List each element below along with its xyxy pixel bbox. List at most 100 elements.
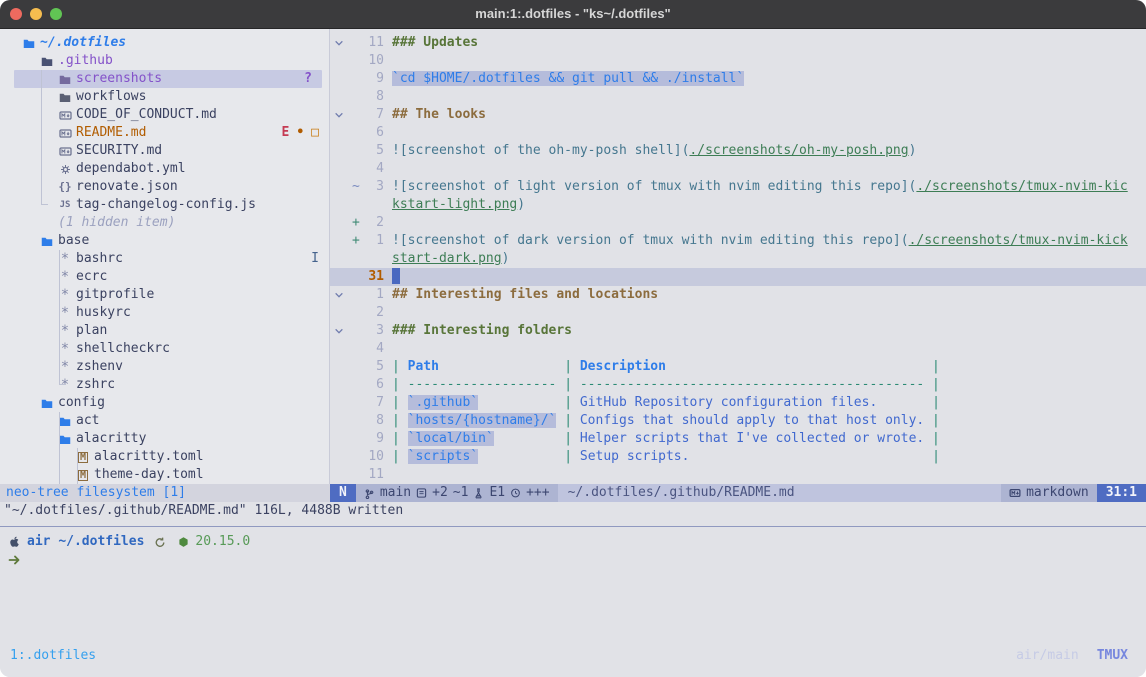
tree-item-badges: I [311,250,319,268]
editor-line[interactable]: 10| `scripts` | Setup scripts. | [330,448,1146,466]
editor-line[interactable]: 2 [330,304,1146,322]
folder-icon [58,92,72,103]
tree-item-label: tag-changelog-config.js [76,196,256,214]
editor-line[interactable]: 11 [330,466,1146,484]
tree-item-alacritty[interactable]: alacritty [0,430,329,448]
tree-item-plan[interactable]: *plan [0,322,329,340]
editor-line[interactable]: 6| ------------------- | ---------------… [330,376,1146,394]
tree-item-alacritty.toml[interactable]: Malacritty.toml [0,448,329,466]
diagnostics-flask-icon [473,487,484,499]
text-segment-pipe: | [924,377,940,392]
titlebar: main:1:.dotfiles - "ks~/.dotfiles" [0,0,1146,29]
tree-item-huskyrc[interactable]: *huskyrc [0,304,329,322]
sign-column [352,196,360,214]
sign-column [352,340,360,358]
shell-prompt: air ~/.dotfiles 20.15.0 [8,533,250,551]
editor-line[interactable]: 4 [330,160,1146,178]
tree-item-code-of-conduct.md[interactable]: CODE_OF_CONDUCT.md [0,106,329,124]
text-segment-plain [689,449,924,464]
editor-line[interactable]: kstart-light.png) [330,196,1146,214]
line-number: 11 [360,466,384,484]
line-text [384,52,392,70]
editor-line[interactable]: 3### Interesting folders [330,322,1146,340]
editor-buffer[interactable]: 11### Updates 10 9 `cd $HOME/.dotfiles &&… [330,29,1146,484]
tree-item-bashrc[interactable]: *bashrcI [0,250,329,268]
minimize-button[interactable] [30,8,42,20]
tree-item-.github[interactable]: .github [0,52,329,70]
editor-line[interactable]: 5![screenshot of the oh-my-posh shell](.… [330,142,1146,160]
fold-column [330,52,352,70]
line-number: 1 [360,286,384,304]
tree-item-act[interactable]: act [0,412,329,430]
tree-item-dependabot.yml[interactable]: dependabot.yml [0,160,329,178]
editor-line[interactable]: 7| `.github` | GitHub Repository configu… [330,394,1146,412]
status-badge: ? [304,70,312,88]
tree-item-base[interactable]: base [0,232,329,250]
text-segment-plain [666,359,924,374]
line-text [384,268,400,286]
tree-item--.dotfiles[interactable]: ~/.dotfiles [0,34,329,52]
text-segment-pipe: | [556,431,579,446]
editor-line[interactable]: 9 `cd $HOME/.dotfiles && git pull && ./in… [330,70,1146,88]
tree-item-renovate.json[interactable]: {}renovate.json [0,178,329,196]
editor-line[interactable]: 11### Updates [330,34,1146,52]
statusline-filepath: ~/.dotfiles/.github/README.md [558,484,1001,502]
tree-item-config[interactable]: config [0,394,329,412]
editor-line[interactable]: ~3![screenshot of light version of tmux … [330,178,1146,196]
line-text: kstart-light.png) [384,196,525,214]
fold-chevron-icon[interactable] [330,106,352,124]
toml-icon: M [76,470,90,481]
editor-line[interactable]: 7## The looks [330,106,1146,124]
gitsign-add: + [352,232,360,250]
diagnostics-error-count: E1 [489,484,505,502]
tree-item-theme-day.toml[interactable]: Mtheme-day.toml [0,466,329,484]
tmux-window-tab[interactable]: 1:.dotfiles [0,647,96,665]
text-segment-code: `hosts/{hostname}/` [408,413,557,428]
fold-chevron-icon[interactable] [330,322,352,340]
tree-item-label: renovate.json [76,178,178,196]
editor-line-current[interactable]: 31 [330,268,1146,286]
tree-item-screenshots[interactable]: screenshots? [14,70,322,88]
text-segment-dash: ------------------- [408,377,557,392]
editor-line[interactable]: 8| `hosts/{hostname}/` | Configs that sh… [330,412,1146,430]
sign-column [352,106,360,124]
editor-line[interactable]: +1![screenshot of dark version of tmux w… [330,232,1146,250]
fold-column [330,394,352,412]
tree-item-zshenv[interactable]: *zshenv [0,358,329,376]
text-segment-code: `cd $HOME/.dotfiles && git pull && ./ins… [392,71,744,86]
text-segment-pipe: | [556,449,579,464]
neotree-sidebar[interactable]: ~/.dotfiles.githubscreenshots?workflowsC… [0,29,330,484]
line-number: 9 [360,70,384,88]
editor-line[interactable]: 9| `local/bin` | Helper scripts that I'v… [330,430,1146,448]
editor-line[interactable]: +2 [330,214,1146,232]
line-text: | Path | Description | [384,358,940,376]
tree-item-gitprofile[interactable]: *gitprofile [0,286,329,304]
md-file-icon [58,128,72,139]
close-button[interactable] [10,8,22,20]
editor-line[interactable]: 5| Path | Description | [330,358,1146,376]
zoom-button[interactable] [50,8,62,20]
tree-item-label: gitprofile [76,286,154,304]
tree-item-ecrc[interactable]: *ecrc [0,268,329,286]
editor-line[interactable]: 4 [330,340,1146,358]
editor-line[interactable]: 6 [330,124,1146,142]
editor-line[interactable]: 1## Interesting files and locations [330,286,1146,304]
tree-item-shellcheckrc[interactable]: *shellcheckrc [0,340,329,358]
line-text: start-dark.png) [384,250,509,268]
editor-line[interactable]: 8 [330,88,1146,106]
text-segment-alt: ) [502,251,510,266]
fold-chevron-icon[interactable] [330,286,352,304]
tree-item-tag-changelog-config.js[interactable]: JStag-changelog-config.js [0,196,329,214]
star-icon: * [58,286,72,304]
tree-item-zshrc[interactable]: *zshrc [0,376,329,394]
editor-line[interactable]: 10 [330,52,1146,70]
text-segment-code: `.github` [408,395,478,410]
fold-chevron-icon[interactable] [330,34,352,52]
tree-item-workflows[interactable]: workflows [0,88,329,106]
tree-item-security.md[interactable]: SECURITY.md [0,142,329,160]
fold-column [330,430,352,448]
tmux-session-name: air/main [1016,647,1079,665]
editor-line[interactable]: start-dark.png) [330,250,1146,268]
tree-item-readme.md[interactable]: README.mdE•□ [0,124,329,142]
tree-item--1-hidden-item-[interactable]: (1 hidden item) [0,214,329,232]
